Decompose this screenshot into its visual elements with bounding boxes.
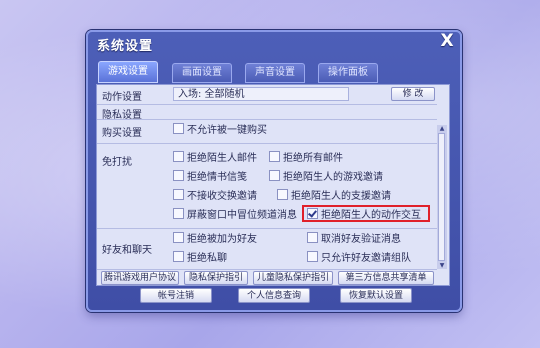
checkbox-label: 拒绝私聊 [187, 253, 227, 264]
divider [97, 104, 437, 105]
disturb-label: 免打扰 [102, 157, 132, 168]
modify-button[interactable]: 修 改 [391, 87, 435, 101]
child-privacy-guide-link[interactable]: 儿童隐私保护指引 [253, 271, 333, 285]
action-setting-value: 入场: 全部随机 [173, 87, 349, 101]
checkbox-label: 只允许好友邀请组队 [321, 253, 411, 264]
privacy-guide-link[interactable]: 隐私保护指引 [184, 271, 248, 285]
checkbox-box [173, 232, 184, 243]
checkbox-label: 不允许被一键购买 [187, 125, 267, 136]
settings-panel: 动作设置 入场: 全部随机 修 改 隐私设置 购买设置 不允许被一键购买 免打扰… [96, 84, 450, 286]
checkbox-label: 拒绝陌生人邮件 [187, 153, 257, 164]
friends-label: 好友和聊天 [102, 245, 152, 256]
settings-window: 系统设置 X 游戏设置 画面设置 声音设置 操作面板 动作设置 入场: 全部随机… [86, 30, 462, 312]
checkbox-block-channel-messages[interactable]: 屏蔽窗口中冒位频道消息 [173, 208, 297, 222]
checkbox-label: 不接收交换邀请 [187, 191, 257, 202]
checkbox-box [173, 151, 184, 162]
divider [97, 269, 437, 270]
checkbox-label: 拒绝情书信笺 [187, 172, 247, 183]
checkbox-reject-all-mail[interactable]: 拒绝所有邮件 [269, 151, 343, 165]
checkbox-box [269, 151, 280, 162]
action-setting-row: 动作设置 入场: 全部随机 修 改 [97, 85, 437, 103]
checkbox-no-exchange-invite[interactable]: 不接收交换邀请 [173, 189, 257, 203]
checkbox-reject-stranger-mail[interactable]: 拒绝陌生人邮件 [173, 151, 257, 165]
checkbox-label: 拒绝被加为好友 [187, 234, 257, 245]
window-title: 系统设置 [97, 39, 154, 54]
scrollbar[interactable]: ▲ ▼ [437, 125, 447, 269]
scroll-up-icon[interactable]: ▲ [438, 125, 446, 132]
checkbox-box [173, 251, 184, 262]
checkbox-label: 拒绝陌生人的游戏邀请 [283, 172, 383, 183]
checkbox-box [173, 189, 184, 200]
checkbox-label: 屏蔽窗口中冒位频道消息 [187, 210, 297, 221]
checkbox-box [173, 170, 184, 181]
checkbox-box [269, 170, 280, 181]
user-agreement-link[interactable]: 腾讯游戏用户协议 [101, 271, 179, 285]
checkbox-box [173, 123, 184, 134]
checkbox-box [173, 208, 184, 219]
scroll-down-icon[interactable]: ▼ [438, 262, 446, 269]
restore-defaults-button[interactable]: 恢复默认设置 [340, 288, 412, 303]
checkbox-label: 拒绝陌生人的支援邀请 [291, 191, 391, 202]
third-party-share-list-link[interactable]: 第三方信息共享清单 [338, 271, 434, 285]
highlight-box [302, 205, 430, 222]
close-button[interactable]: X [438, 31, 456, 51]
purchase-label: 购买设置 [102, 128, 142, 139]
checkbox-label: 取消好友验证消息 [321, 234, 401, 245]
account-cancel-button[interactable]: 帐号注销 [140, 288, 212, 303]
checkbox-cancel-friend-verify[interactable]: 取消好友验证消息 [307, 232, 401, 246]
divider [97, 228, 437, 229]
personal-info-query-button[interactable]: 个人信息查询 [238, 288, 310, 303]
tab-control-panel[interactable]: 操作面板 [318, 63, 378, 83]
checkbox-reject-stranger-support-invite[interactable]: 拒绝陌生人的支援邀请 [277, 189, 391, 203]
action-setting-label: 动作设置 [102, 92, 142, 103]
checkbox-no-one-click-buy[interactable]: 不允许被一键购买 [173, 123, 267, 137]
divider [97, 143, 437, 144]
checkbox-reject-stranger-game-invite[interactable]: 拒绝陌生人的游戏邀请 [269, 170, 383, 184]
checkbox-reject-friend-add[interactable]: 拒绝被加为好友 [173, 232, 257, 246]
checkbox-reject-private-chat[interactable]: 拒绝私聊 [173, 251, 227, 265]
tab-sound-settings[interactable]: 声音设置 [245, 63, 305, 83]
divider [97, 119, 437, 120]
checkbox-box [307, 251, 318, 262]
scrollbar-thumb[interactable] [438, 133, 445, 261]
checkbox-friends-only-team-invite[interactable]: 只允许好友邀请组队 [307, 251, 411, 265]
checkbox-box [277, 189, 288, 200]
tab-graphics-settings[interactable]: 画面设置 [172, 63, 232, 83]
checkbox-reject-love-letters[interactable]: 拒绝情书信笺 [173, 170, 247, 184]
checkbox-box [307, 232, 318, 243]
checkbox-label: 拒绝所有邮件 [283, 153, 343, 164]
tab-game-settings[interactable]: 游戏设置 [98, 61, 158, 83]
